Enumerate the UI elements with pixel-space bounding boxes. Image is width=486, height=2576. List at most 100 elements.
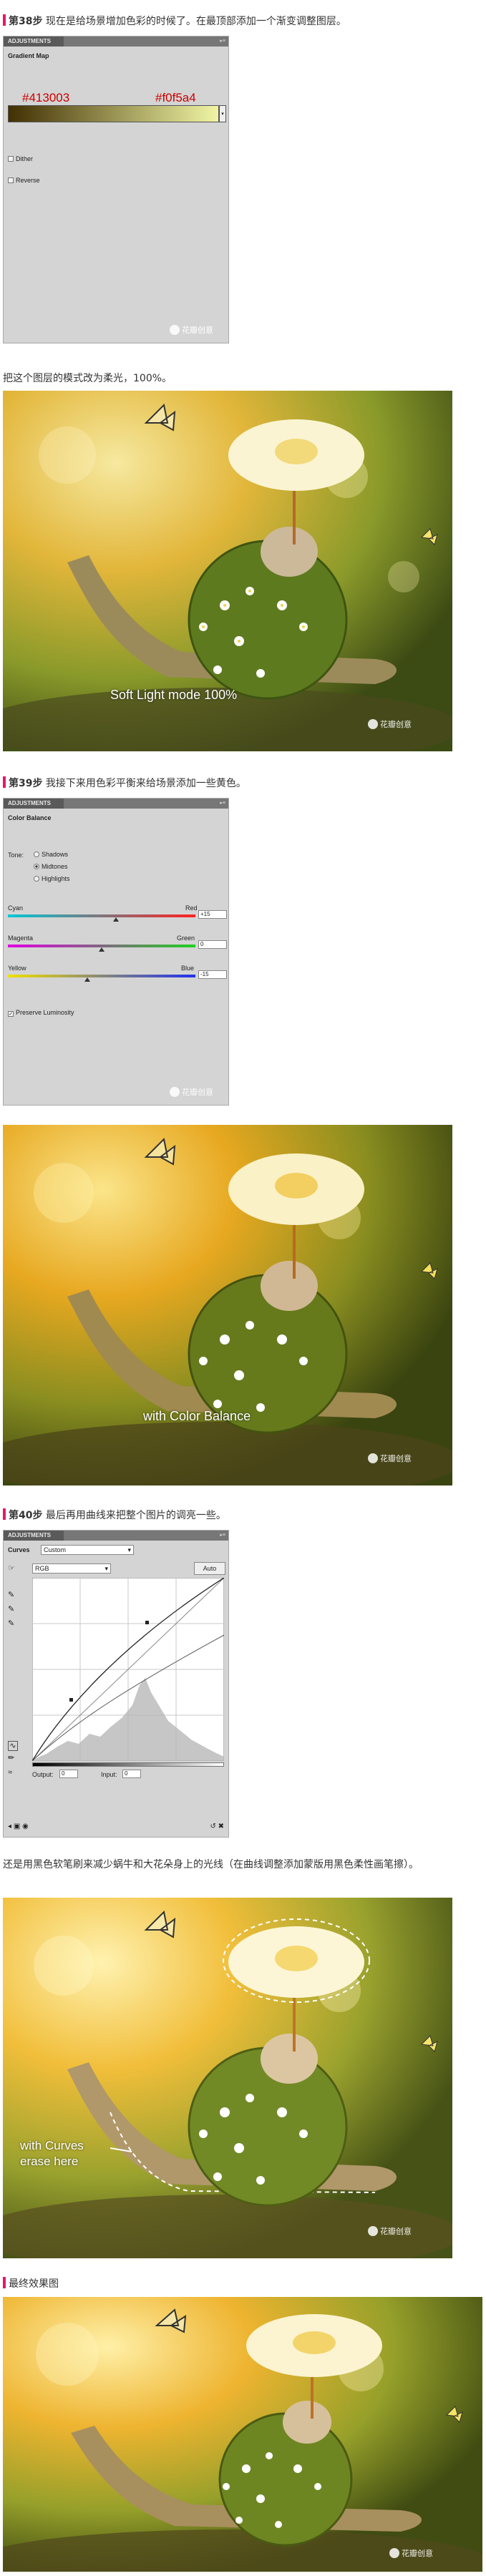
yellow-blue-value[interactable]: -15 (198, 970, 227, 979)
white-eyedropper-icon[interactable]: ✎ (8, 1616, 14, 1631)
preserve-luminosity-label: Preserve Luminosity (16, 1009, 74, 1016)
panel-tab-adjustments[interactable]: ADJUSTMENTS (4, 1531, 64, 1541)
black-eyedropper-icon[interactable]: ✎ (8, 1588, 14, 1602)
watermark-logo-icon (368, 719, 378, 729)
slider-cyan-label: Cyan (8, 904, 24, 912)
watermark-logo-icon (170, 1087, 180, 1097)
scene-illustration (3, 2297, 482, 2572)
image-caption: with Curves erase here (20, 2138, 84, 2170)
chevron-down-icon: ▾ (127, 1546, 131, 1553)
image-caption: Soft Light mode 100% (110, 688, 238, 702)
cyan-red-value[interactable]: +15 (198, 910, 227, 919)
panel-tab-adjustments[interactable]: ADJUSTMENTS (4, 799, 64, 809)
dither-label: Dither (16, 155, 34, 162)
step-38-heading: 第38步 现在是给场景增加色彩的时候了。在最顶部添加一个渐变调整图层。 (3, 14, 346, 29)
caption-line-1: with Curves (20, 2139, 84, 2152)
step-number: 第38步 (9, 16, 43, 27)
reverse-checkbox[interactable] (8, 177, 14, 183)
input-label: Input: (101, 1771, 117, 1778)
gradient-preview[interactable] (8, 105, 219, 122)
accent-bar (3, 776, 6, 788)
input-gradient-bar (32, 1762, 224, 1767)
yellow-blue-slider-thumb[interactable] (84, 977, 91, 982)
final-heading-text: 最终效果图 (9, 2278, 59, 2290)
watermark-logo-icon (368, 2226, 378, 2236)
watermark: 花瓣创意 (170, 1086, 213, 1098)
slider-green-label: Green (177, 935, 195, 942)
panel-menu-icon[interactable]: ▸≡ (220, 800, 225, 806)
panel-title: Color Balance (8, 814, 52, 821)
step-text: 最后再用曲线来把整个图片的调亮一些。 (42, 1510, 226, 1521)
scene-image-final: 花瓣创意 (3, 2297, 482, 2572)
final-heading: 最终效果图 (3, 2277, 59, 2291)
step-39-heading: 第39步 我接下来用色彩平衡来给场景添加一些黄色。 (3, 776, 246, 791)
radio-shadows[interactable] (34, 852, 39, 857)
output-value[interactable]: 0 (59, 1770, 78, 1778)
slider-red-label: Red (185, 904, 198, 912)
smooth-tool-icon[interactable]: ≈ (8, 1765, 18, 1780)
panel-footer-right-icons: ↺ ✖ (210, 1823, 224, 1830)
watermark: 花瓣创意 (389, 2547, 433, 2559)
curve-point-tool-icon[interactable]: ∿ (8, 1741, 18, 1751)
caption-line-2: erase here (20, 2155, 79, 2168)
cyan-red-slider[interactable] (8, 914, 195, 917)
tone-highlights[interactable]: Highlights (34, 873, 70, 885)
on-image-adjust-icon[interactable]: ☞ (8, 1563, 18, 1574)
watermark: 花瓣创意 (368, 718, 412, 730)
watermark-logo-icon (389, 2548, 399, 2558)
accent-bar (3, 14, 6, 26)
eyedropper-tools: ✎ ✎ ✎ (8, 1588, 14, 1631)
scene-illustration (3, 1125, 452, 1485)
watermark: 花瓣创意 (170, 324, 213, 336)
panel-menu-icon[interactable]: ▸≡ (220, 1532, 225, 1538)
slider-magenta-label: Magenta (8, 935, 34, 942)
right-color-label: #f0f5a4 (155, 91, 196, 104)
accent-bar (3, 1508, 6, 1520)
gradient-map-panel: ▸≡ ADJUSTMENTS Gradient Map ▾ #413003 #f… (3, 36, 229, 343)
reverse-label: Reverse (16, 177, 40, 184)
eye-icon[interactable]: ◉ (22, 1823, 29, 1830)
scene-image-curves: with Curves erase here 花瓣创意 (3, 1898, 452, 2258)
cyan-red-slider-thumb[interactable] (112, 917, 119, 922)
panel-footer-icons: ◂ ▣ ◉ (8, 1823, 29, 1830)
preserve-luminosity-option[interactable]: ✓ Preserve Luminosity (8, 1009, 74, 1017)
panel-title: Gradient Map (8, 52, 49, 59)
scene-image-color-balance: with Color Balance 花瓣创意 (3, 1125, 452, 1485)
dither-option[interactable]: Dither (8, 155, 33, 162)
magenta-green-slider-thumb[interactable] (99, 947, 105, 952)
channel-select[interactable]: RGB ▾ (32, 1563, 111, 1574)
curve-point[interactable] (145, 1621, 149, 1624)
curve-point[interactable] (69, 1698, 73, 1702)
color-balance-panel: ▸≡ ADJUSTMENTS Color Balance Tone: Shado… (3, 798, 229, 1106)
input-value[interactable]: 0 (122, 1770, 141, 1778)
reverse-option[interactable]: Reverse (8, 177, 40, 184)
tone-midtones[interactable]: Midtones (34, 861, 70, 873)
panel-tab-adjustments[interactable]: ADJUSTMENTS (4, 36, 64, 47)
left-color-label: #413003 (22, 91, 70, 104)
panel-menu-icon[interactable]: ▸≡ (220, 38, 225, 44)
trash-icon[interactable]: ✖ (218, 1823, 224, 1830)
output-label: Output: (32, 1771, 54, 1778)
layer-icon[interactable]: ▣ (14, 1823, 20, 1830)
curves-note-text: 还是用黑色软笔刷来减少蜗牛和大花朵身上的光线（在曲线调整添加蒙版用黑色柔性画笔擦… (3, 1859, 419, 1870)
gray-eyedropper-icon[interactable]: ✎ (8, 1602, 14, 1616)
step-40-heading: 第40步 最后再用曲线来把整个图片的调亮一些。 (3, 1508, 226, 1523)
curves-graph[interactable] (32, 1578, 224, 1761)
preset-select[interactable]: Custom ▾ (41, 1545, 134, 1555)
radio-midtones[interactable] (34, 864, 39, 869)
watermark-logo-icon (368, 1453, 378, 1463)
curves-panel: ▸≡ ADJUSTMENTS Curves Custom ▾ ☞ RGB ▾ Aut… (3, 1530, 229, 1838)
gradient-dropdown[interactable]: ▾ (219, 105, 226, 122)
preserve-luminosity-checkbox[interactable]: ✓ (8, 1011, 14, 1017)
magenta-green-value[interactable]: 0 (198, 940, 227, 949)
pencil-tool-icon[interactable]: ✏ (8, 1751, 18, 1765)
accent-bar (3, 2277, 6, 2288)
yellow-blue-slider[interactable] (8, 975, 195, 977)
radio-highlights[interactable] (34, 876, 39, 882)
tone-shadows[interactable]: Shadows (34, 849, 70, 861)
dither-checkbox[interactable] (8, 156, 14, 162)
tone-options: Shadows Midtones Highlights (34, 849, 70, 885)
auto-button[interactable]: Auto (194, 1562, 225, 1575)
reset-icon[interactable]: ↺ (210, 1823, 215, 1830)
back-arrow-icon[interactable]: ◂ (8, 1823, 11, 1830)
